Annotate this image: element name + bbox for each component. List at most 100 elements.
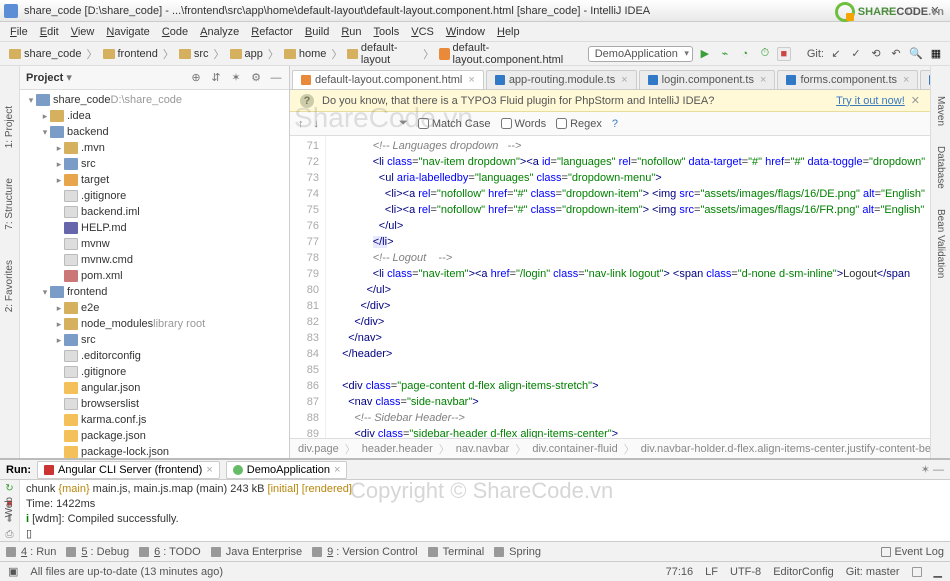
git-history-icon[interactable]: ⟲ (868, 46, 884, 62)
coverage-icon[interactable]: ◔ (737, 46, 753, 62)
breadcrumb-item[interactable]: share_code (6, 47, 85, 61)
run-settings-icon[interactable]: ✶ — (921, 463, 944, 476)
run-tab-angular[interactable]: Angular CLI Server (frontend)× (37, 461, 220, 479)
tree-row[interactable]: src (20, 332, 289, 348)
structure-tool-tab[interactable]: 7: Structure (4, 178, 15, 230)
collapse-icon[interactable]: ✶ (229, 71, 243, 85)
menu-file[interactable]: File (4, 24, 34, 40)
structure-crumb[interactable]: div.page (298, 443, 339, 455)
tree-row[interactable]: target (20, 172, 289, 188)
regex-help-icon[interactable]: ? (612, 118, 618, 130)
project-tool-tab[interactable]: 1: Project (4, 106, 15, 148)
find-options-icon[interactable]: ⏷ (399, 117, 408, 130)
tip-close-icon[interactable]: ✕ (911, 94, 920, 107)
lock-icon[interactable] (912, 567, 922, 577)
menu-run[interactable]: Run (335, 24, 367, 40)
editor-tab[interactable]: login.component.ts× (639, 70, 776, 89)
run-print-icon[interactable]: ⎙ (3, 528, 17, 541)
tree-row[interactable]: .mvn (20, 140, 289, 156)
memory-indicator-icon[interactable]: ▁ (934, 565, 942, 578)
run-tab-demo[interactable]: DemoApplication× (226, 461, 348, 479)
git-revert-icon[interactable]: ↶ (888, 46, 904, 62)
file-encoding[interactable]: UTF-8 (730, 566, 761, 578)
rerun-icon[interactable]: ↻ (3, 482, 17, 495)
tree-row[interactable]: mvnw (20, 236, 289, 252)
editorconfig-indicator[interactable]: EditorConfig (773, 566, 834, 578)
tree-row[interactable]: backend.iml (20, 204, 289, 220)
tool-window-button[interactable]: 5: Debug (66, 546, 129, 558)
breadcrumb-item[interactable]: src (176, 47, 212, 61)
menu-window[interactable]: Window (440, 24, 491, 40)
close-tab-icon[interactable]: × (621, 74, 627, 86)
breadcrumb-item[interactable]: default-layout (344, 41, 421, 67)
debug-icon[interactable]: ⌁ (717, 46, 733, 62)
favorites-tool-tab[interactable]: 2: Favorites (4, 260, 15, 312)
tree-row[interactable]: package.json (20, 428, 289, 444)
tree-row[interactable]: pom.xml (20, 268, 289, 284)
bean-validation-tab[interactable]: Bean Validation (935, 209, 946, 278)
menu-vcs[interactable]: VCS (405, 24, 440, 40)
close-tab-icon[interactable]: × (760, 74, 766, 86)
tree-row[interactable]: angular.json (20, 380, 289, 396)
tool-window-button[interactable]: Terminal (428, 546, 485, 558)
menu-help[interactable]: Help (491, 24, 526, 40)
find-prev-icon[interactable]: ↑ (298, 118, 304, 130)
tree-row[interactable]: .idea (20, 108, 289, 124)
menu-tools[interactable]: Tools (368, 24, 406, 40)
breadcrumb-item[interactable]: home (281, 47, 330, 61)
tool-window-button[interactable]: 6: TODO (139, 546, 201, 558)
git-branch[interactable]: Git: master (846, 566, 900, 578)
structure-crumb[interactable]: div.container-fluid (532, 443, 617, 455)
maven-tool-tab[interactable]: Maven (935, 96, 946, 126)
search-icon[interactable]: 🔍 (908, 46, 924, 62)
close-tab-icon[interactable]: × (903, 74, 909, 86)
tree-row[interactable]: HELP.md (20, 220, 289, 236)
code-content[interactable]: <!-- Languages dropdown --> <li class="n… (326, 136, 930, 438)
structure-breadcrumb[interactable]: div.page 〉 header.header 〉 nav.navbar 〉 … (290, 438, 930, 458)
menu-edit[interactable]: Edit (34, 24, 65, 40)
tip-link[interactable]: Try it out now! (836, 95, 905, 107)
editor-tab[interactable]: tables.component.ts× (920, 70, 930, 89)
menu-view[interactable]: View (65, 24, 101, 40)
editor-tab[interactable]: app-routing.module.ts× (486, 70, 637, 89)
tree-row[interactable]: browserslist (20, 396, 289, 412)
tree-row[interactable]: node_modules library root (20, 316, 289, 332)
structure-crumb[interactable]: div.navbar-holder.d-flex.align-items-cen… (641, 443, 930, 455)
match-case-check[interactable]: Match Case (418, 118, 491, 130)
tree-row[interactable]: share_code D:\share_code (20, 92, 289, 108)
menu-code[interactable]: Code (156, 24, 194, 40)
line-separator[interactable]: LF (705, 566, 718, 578)
hide-panel-icon[interactable]: — (269, 71, 283, 85)
git-commit-icon[interactable]: ✓ (848, 46, 864, 62)
tool-window-button[interactable]: Spring (494, 546, 541, 558)
settings-gear-icon[interactable]: ⚙ (249, 71, 263, 85)
words-check[interactable]: Words (501, 118, 547, 130)
expand-all-icon[interactable]: ⇵ (209, 71, 223, 85)
project-tree[interactable]: share_code D:\share_code.ideabackend.mvn… (20, 90, 289, 458)
database-tool-tab[interactable]: Database (935, 146, 946, 189)
project-view-select[interactable]: Project (26, 71, 72, 84)
tree-row[interactable]: src (20, 156, 289, 172)
tool-window-button[interactable]: 9: Version Control (312, 546, 417, 558)
editor-tab[interactable]: forms.component.ts× (777, 70, 918, 89)
tree-row[interactable]: .gitignore (20, 364, 289, 380)
tree-row[interactable]: .editorconfig (20, 348, 289, 364)
tree-row[interactable]: e2e (20, 300, 289, 316)
caret-position[interactable]: 77:16 (666, 566, 694, 578)
ide-settings-icon[interactable]: ▦ (928, 46, 944, 62)
close-tab-icon[interactable]: × (468, 74, 474, 86)
tool-window-button[interactable]: 4: Run (6, 546, 56, 558)
find-next-icon[interactable]: ↓ (314, 118, 320, 130)
menu-navigate[interactable]: Navigate (100, 24, 155, 40)
stop-icon[interactable]: ■ (777, 47, 791, 61)
menu-refactor[interactable]: Refactor (245, 24, 299, 40)
profile-icon[interactable]: ⏱ (757, 46, 773, 62)
editor-tab[interactable]: default-layout.component.html× (292, 70, 484, 89)
breadcrumb-item[interactable]: frontend (100, 47, 161, 61)
tool-window-button[interactable]: Java Enterprise (211, 546, 302, 558)
regex-check[interactable]: Regex (556, 118, 602, 130)
menu-analyze[interactable]: Analyze (194, 24, 245, 40)
menu-build[interactable]: Build (299, 24, 335, 40)
tool-windows-icon[interactable]: ▣ (8, 565, 18, 578)
select-opened-icon[interactable]: ⊕ (189, 71, 203, 85)
